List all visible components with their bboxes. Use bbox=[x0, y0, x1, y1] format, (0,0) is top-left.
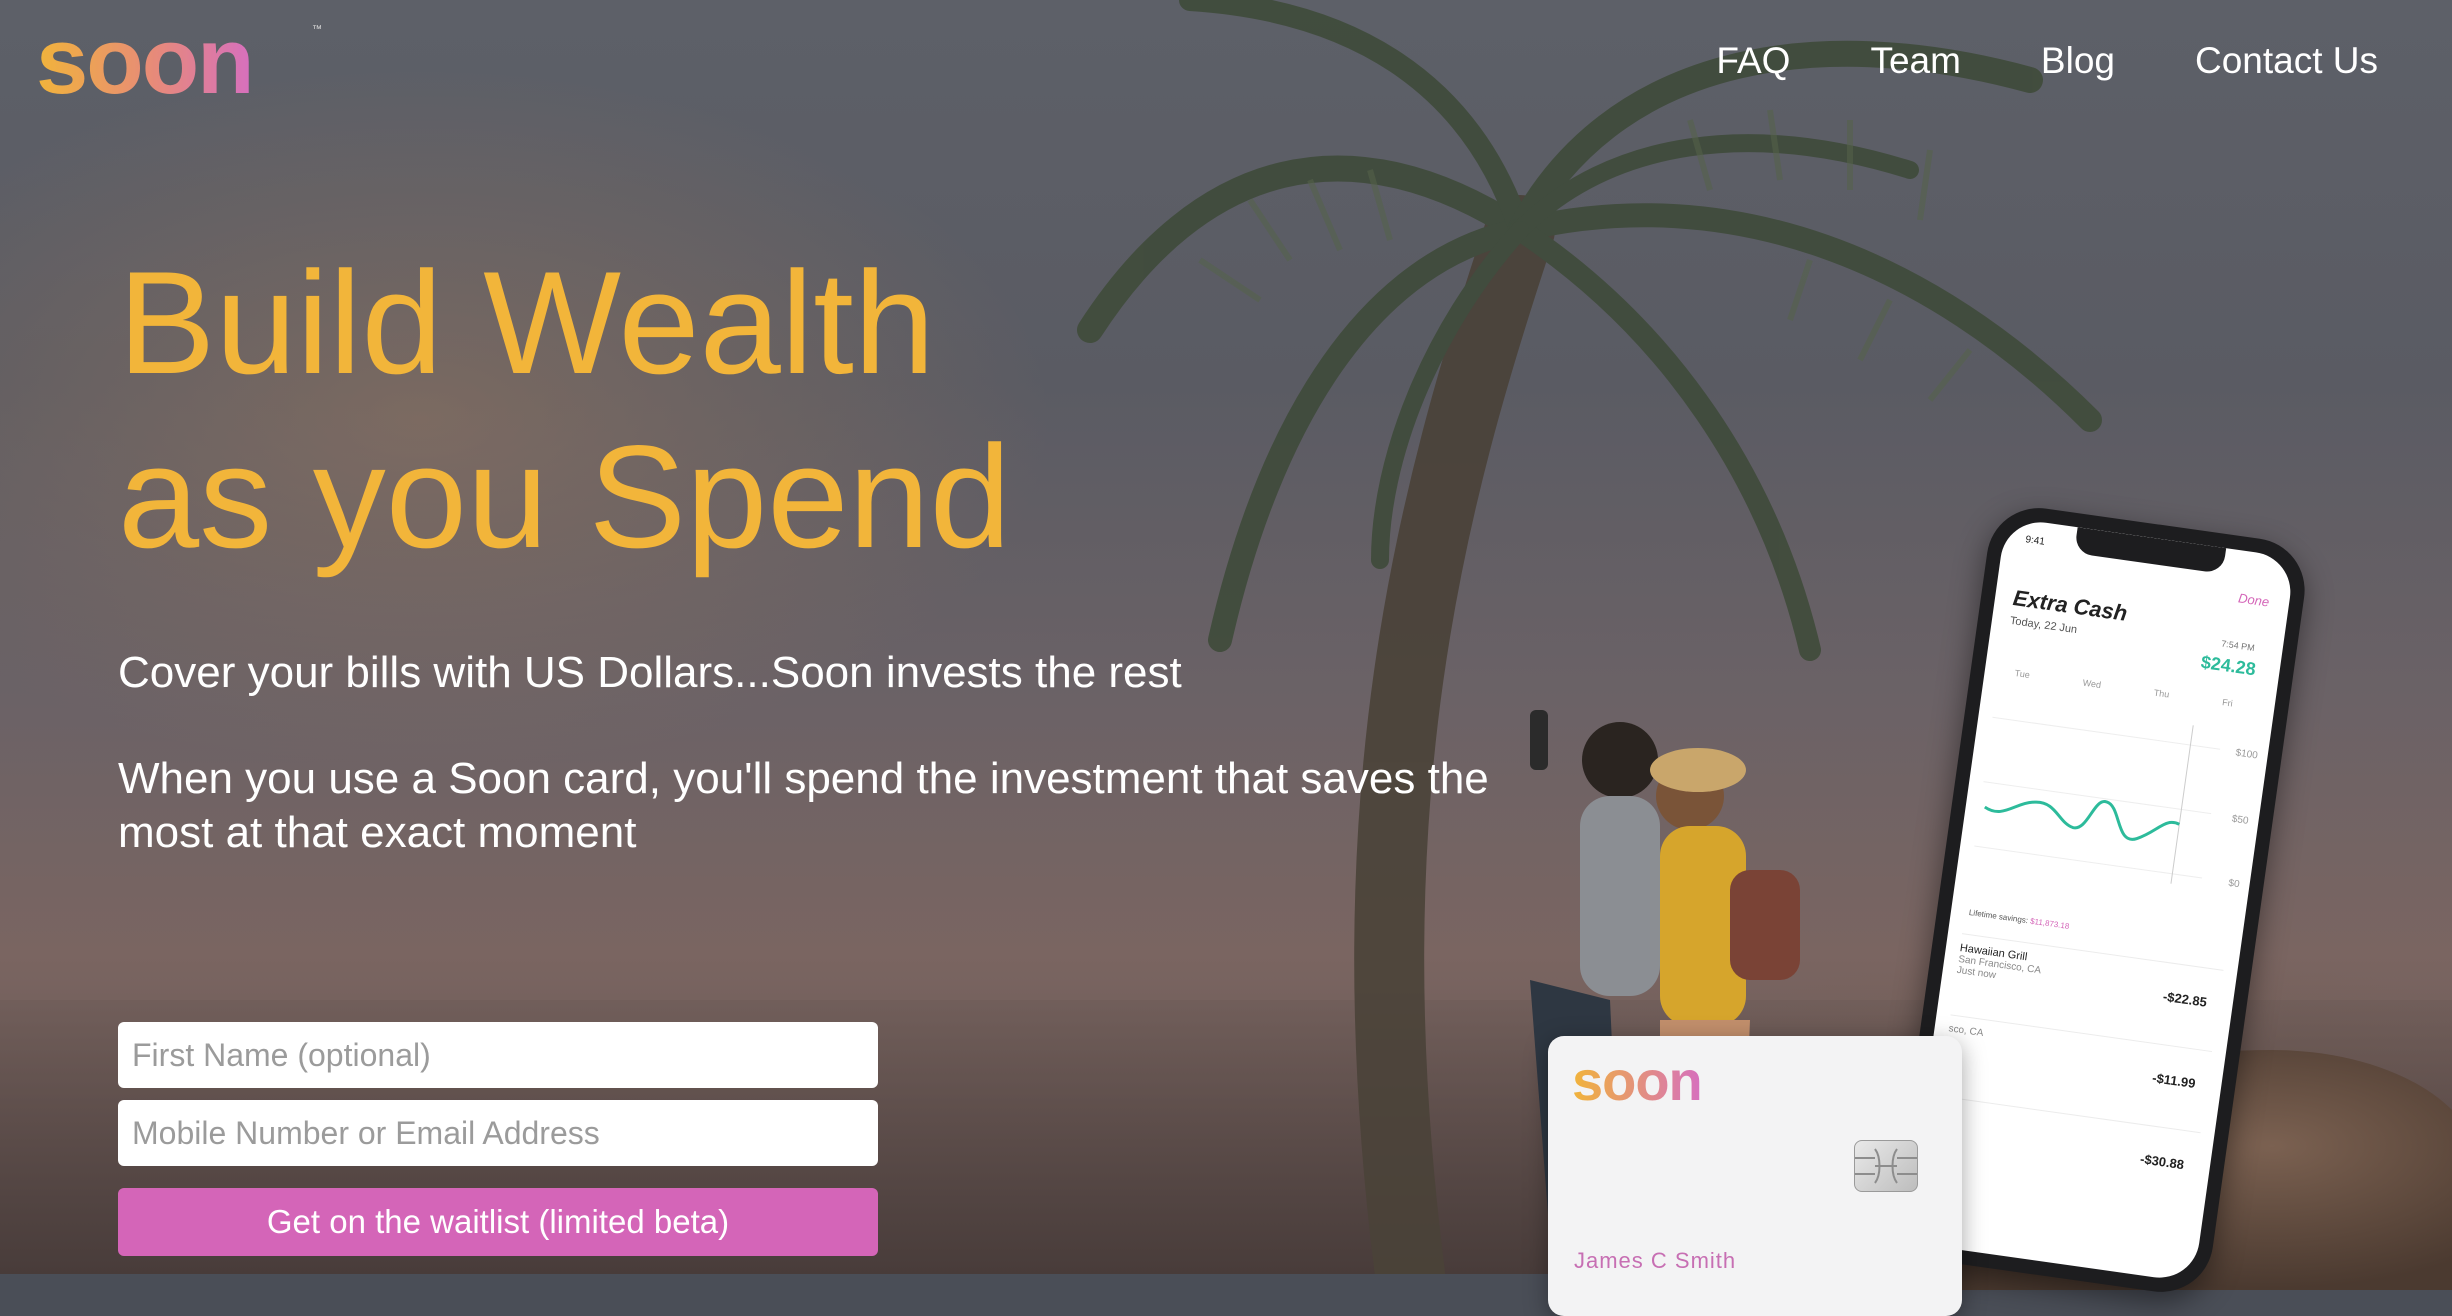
day-label: Tue bbox=[2014, 667, 2031, 680]
soon-logo[interactable]: soon bbox=[36, 14, 255, 108]
transaction-location: o, CA bbox=[1936, 1104, 2199, 1152]
phone-clock: 7:54 PM bbox=[2220, 638, 2256, 654]
phone-done-button: Done bbox=[2237, 590, 2271, 610]
transaction-row: Hawaiian Grill San Francisco, CA Just no… bbox=[1956, 933, 2224, 1013]
phone-lifetime-savings: Lifetime savings: $11,873.18 bbox=[1968, 908, 2070, 931]
card-chip-icon bbox=[1854, 1140, 1918, 1192]
phone-status-time: 9:41 bbox=[2024, 534, 2046, 548]
nav-team[interactable]: Team bbox=[1870, 40, 1960, 82]
phone-y-label: $50 bbox=[2231, 813, 2250, 827]
transaction-location: sco, CA bbox=[1947, 1023, 1985, 1040]
headline-line-1: Build Wealth bbox=[118, 241, 935, 404]
headline-line-2: as you Spend bbox=[118, 415, 1011, 578]
hero-description: When you use a Soon card, you'll spend t… bbox=[118, 754, 1489, 857]
nav-blog[interactable]: Blog bbox=[2041, 40, 2115, 82]
hero-headline: Build Wealth as you Spend bbox=[118, 236, 1011, 584]
nav-faq[interactable]: FAQ bbox=[1716, 40, 1790, 82]
phone-y-label: $0 bbox=[2227, 877, 2241, 891]
lifetime-value: $11,873.18 bbox=[2029, 916, 2070, 931]
first-name-input[interactable] bbox=[118, 1022, 878, 1088]
phone-extra-cash-amount: $24.28 bbox=[2199, 651, 2257, 680]
main-nav: FAQ Team Blog Contact Us bbox=[1716, 40, 2378, 82]
card-logo: soon bbox=[1572, 1049, 1703, 1112]
transaction-amount: -$11.99 bbox=[2151, 1070, 2197, 1091]
phone-savings-chart bbox=[1974, 716, 2221, 884]
transaction-row: o, CA -$30.88 bbox=[1936, 1095, 2201, 1172]
day-label: Fri bbox=[2221, 697, 2234, 709]
phone-notch bbox=[2074, 527, 2227, 574]
hero-subtitle: Cover your bills with US Dollars...Soon … bbox=[118, 648, 1182, 697]
contact-input[interactable] bbox=[118, 1100, 878, 1166]
day-label: Thu bbox=[2153, 687, 2170, 700]
lifetime-label: Lifetime savings: bbox=[1968, 907, 2029, 926]
trademark-mark: ™ bbox=[312, 24, 322, 35]
transaction-row: sco, CA -$11.99 bbox=[1947, 1014, 2213, 1091]
nav-contact-us[interactable]: Contact Us bbox=[2195, 40, 2378, 82]
transaction-amount: -$30.88 bbox=[2139, 1151, 2186, 1173]
card-holder-name: James C Smith bbox=[1574, 1248, 1737, 1273]
soon-debit-card: soon James C Smith bbox=[1548, 1036, 1962, 1316]
day-label: Wed bbox=[2082, 677, 2102, 690]
waitlist-button[interactable]: Get on the waitlist (limited beta) bbox=[118, 1188, 878, 1256]
